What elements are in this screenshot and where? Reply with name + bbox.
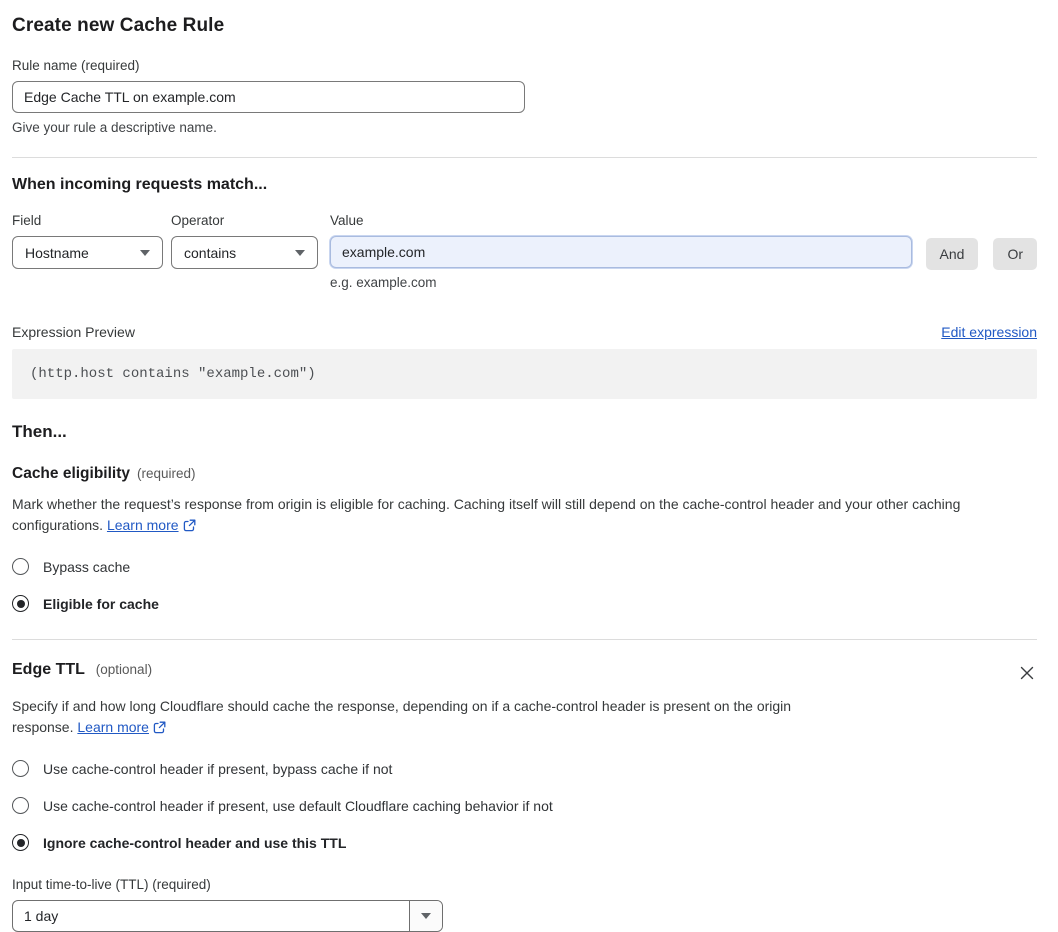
field-label: Field	[12, 213, 42, 228]
edge-ttl-description: Specify if and how long Cloudflare shoul…	[12, 696, 845, 740]
radio-option-eligible-for-cache[interactable]: Eligible for cache	[12, 595, 1037, 612]
chevron-down-icon	[295, 249, 305, 256]
radio-label: Bypass cache	[43, 558, 131, 575]
field-column: Field Hostname	[12, 213, 163, 269]
external-link-icon	[153, 719, 166, 740]
ttl-select[interactable]: 1 day	[12, 900, 443, 932]
cache-eligibility-header: Cache eligibility (required)	[12, 465, 1037, 483]
page-title: Create new Cache Rule	[12, 15, 225, 36]
radio-icon[interactable]	[12, 558, 29, 575]
radio-option-bypass-cache[interactable]: Bypass cache	[12, 558, 1037, 575]
rule-name-section: Rule name (required) Give your rule a de…	[12, 58, 525, 135]
value-input[interactable]	[330, 236, 912, 268]
value-label: Value	[330, 213, 364, 228]
radio-icon[interactable]	[12, 797, 29, 815]
cache-eligibility-learn-more-link[interactable]: Learn more	[107, 517, 179, 533]
match-condition-row: Field Hostname Operator contains Value e…	[12, 213, 1037, 290]
radio-icon[interactable]	[12, 760, 29, 778]
rule-name-helper: Give your rule a descriptive name.	[12, 120, 217, 135]
edge-ttl-title-wrap: Edge TTL (optional)	[12, 661, 152, 679]
radio-option-ignore-header-use-ttl[interactable]: Ignore cache-control header and use this…	[12, 834, 1037, 852]
rule-name-label: Rule name (required)	[12, 58, 140, 73]
expression-preview-label: Expression Preview	[12, 324, 135, 340]
cache-eligibility-description: Mark whether the request’s response from…	[12, 494, 1037, 538]
chevron-down-icon	[421, 913, 431, 920]
radio-icon-selected[interactable]	[12, 834, 29, 852]
operator-select-value: contains	[184, 244, 237, 261]
value-helper: e.g. example.com	[330, 275, 437, 290]
edge-ttl-learn-more-link[interactable]: Learn more	[77, 719, 149, 735]
match-heading: When incoming requests match...	[12, 176, 268, 193]
operator-select[interactable]: contains	[171, 236, 318, 269]
radio-option-use-header-default[interactable]: Use cache-control header if present, use…	[12, 797, 1037, 815]
radio-label: Use cache-control header if present, byp…	[43, 760, 393, 777]
cache-eligibility-badge: (required)	[137, 466, 196, 481]
edge-ttl-header: Edge TTL (optional)	[12, 661, 1037, 685]
field-select-value: Hostname	[25, 244, 89, 261]
create-cache-rule-page: Create new Cache Rule Rule name (require…	[0, 0, 1058, 932]
chevron-down-icon	[140, 249, 150, 256]
section-divider	[12, 639, 1037, 640]
external-link-icon	[183, 517, 196, 538]
radio-icon-selected[interactable]	[12, 595, 29, 612]
rule-name-input[interactable]	[12, 81, 525, 113]
expression-preview-row: Expression Preview Edit expression	[12, 324, 1037, 340]
radio-label: Use cache-control header if present, use…	[43, 797, 553, 814]
edge-ttl-badge: (optional)	[95, 662, 153, 677]
radio-label: Ignore cache-control header and use this…	[43, 834, 347, 851]
field-select[interactable]: Hostname	[12, 236, 163, 269]
cache-eligibility-title: Cache eligibility	[12, 465, 131, 482]
value-column: Value e.g. example.com	[330, 213, 912, 290]
operator-column: Operator contains	[171, 213, 318, 269]
or-button[interactable]: Or	[993, 238, 1037, 270]
radio-label: Eligible for cache	[43, 595, 159, 612]
ttl-label: Input time-to-live (TTL) (required)	[12, 877, 211, 893]
edge-ttl-title: Edge TTL	[12, 661, 85, 678]
close-icon[interactable]	[1017, 663, 1037, 685]
section-divider	[12, 157, 1037, 158]
then-heading: Then...	[12, 422, 67, 441]
expression-code-box: (http.host contains "example.com")	[12, 349, 1037, 399]
operator-label: Operator	[171, 213, 225, 228]
edit-expression-link[interactable]: Edit expression	[941, 324, 1037, 340]
ttl-input-section: Input time-to-live (TTL) (required) 1 da…	[12, 877, 1037, 932]
radio-option-use-header-bypass[interactable]: Use cache-control header if present, byp…	[12, 760, 1037, 778]
and-button[interactable]: And	[925, 238, 979, 270]
